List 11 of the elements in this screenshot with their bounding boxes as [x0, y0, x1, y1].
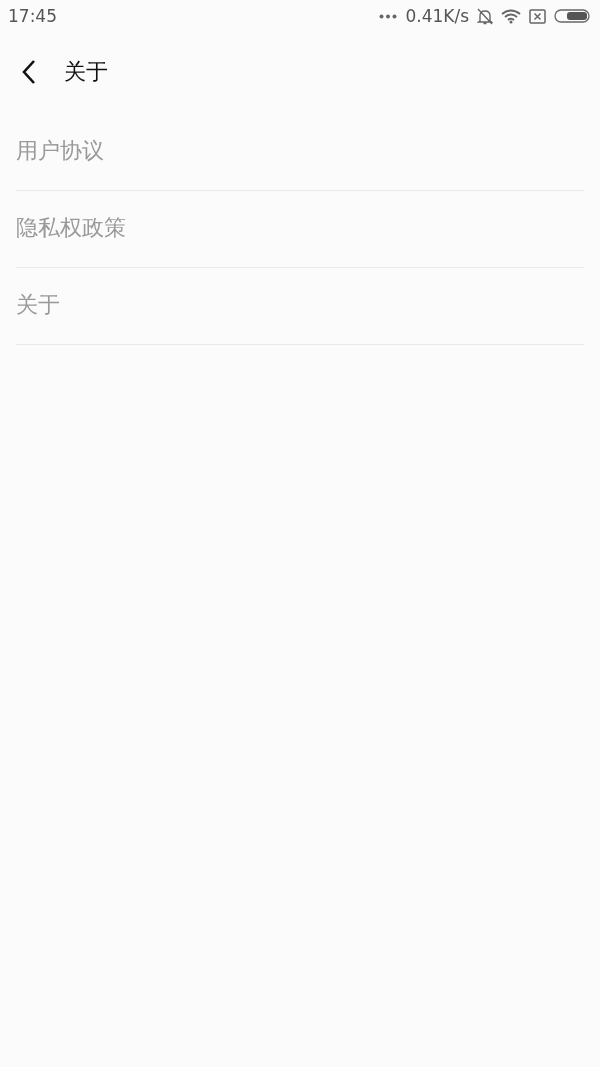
menu-item[interactable]: 关于 — [16, 268, 584, 345]
status-time: 17:45 — [8, 6, 57, 26]
bell-muted-icon — [477, 7, 493, 25]
menu-item[interactable]: 隐私权政策 — [16, 191, 584, 268]
wifi-icon — [501, 8, 521, 24]
more-dots-icon — [379, 13, 398, 19]
page-title: 关于 — [64, 58, 108, 86]
sim-blocked-icon — [529, 8, 546, 24]
battery-icon — [554, 9, 590, 23]
network-speed: 0.41K/s — [405, 6, 469, 26]
menu-item[interactable]: 用户协议 — [16, 114, 584, 191]
